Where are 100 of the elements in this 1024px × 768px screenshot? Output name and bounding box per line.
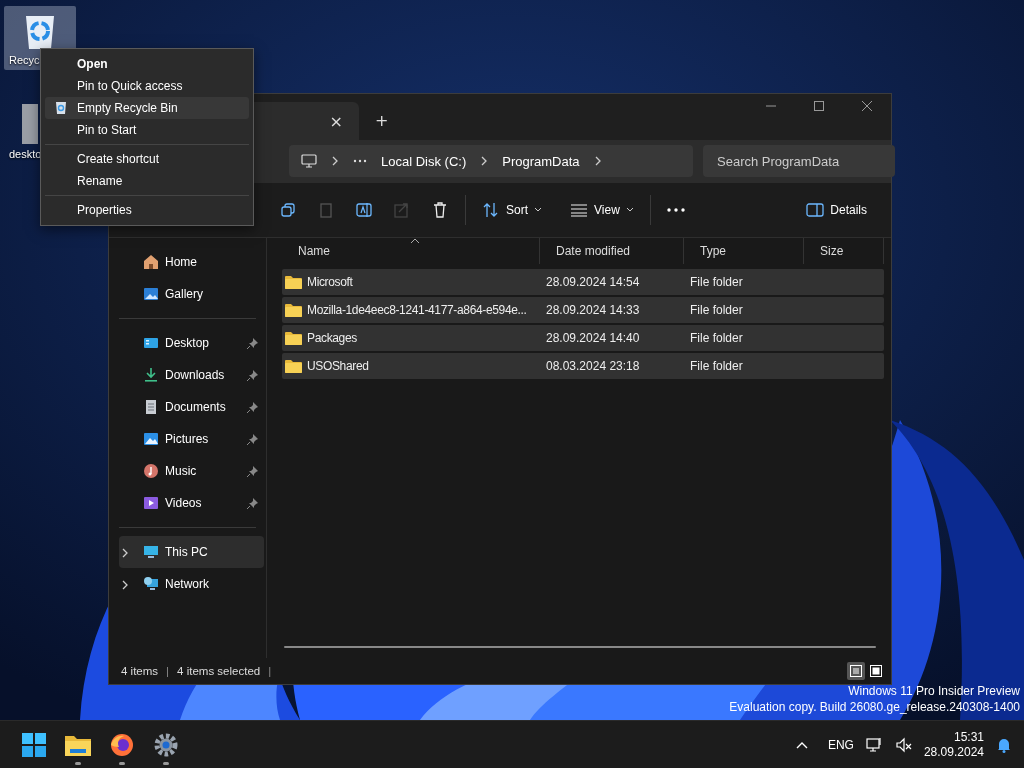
share-icon (393, 201, 411, 219)
sidebar-item[interactable]: Network (119, 568, 264, 600)
type-cell-text: File folder (689, 303, 744, 317)
maximize-icon[interactable] (813, 100, 825, 112)
column-header[interactable]: Date modified (540, 238, 684, 264)
folder-icon (285, 303, 302, 317)
item-count: 4 items (121, 665, 159, 677)
sidebar-item[interactable]: This PC (119, 536, 264, 568)
new-tab-button[interactable]: + (369, 109, 395, 132)
picture-icon (143, 286, 159, 302)
music-icon (143, 463, 159, 479)
folder-icon (65, 733, 91, 756)
chevron-up-icon[interactable] (795, 740, 808, 749)
column-header[interactable]: Size (804, 238, 884, 264)
folder-icon (285, 359, 302, 373)
status-divider: | (166, 665, 170, 677)
menu-item[interactable]: Create shortcut (45, 148, 249, 170)
settings-icon (154, 732, 178, 757)
shortcut-label: Recyc (8, 54, 40, 66)
file-name: Mozilla-1de4eec8-1241-4177-a864-e594e... (307, 303, 527, 317)
breadcrumb[interactable]: Local Disk (C:) (381, 153, 467, 169)
type-cell-text: File folder (689, 331, 744, 345)
date-cell-text: 28.09.2024 14:40 (545, 331, 641, 345)
chevron-icon (331, 156, 339, 166)
menu-item[interactable]: Empty Recycle Bin (45, 97, 249, 119)
expand-chevron-icon (121, 548, 129, 558)
monitor-icon (143, 544, 159, 560)
column-header[interactable]: Type (684, 238, 804, 264)
network-status-icon[interactable] (865, 736, 884, 753)
tiles-view-button[interactable] (867, 662, 885, 680)
view-button[interactable]: View (560, 197, 644, 223)
monitor-icon (301, 154, 317, 168)
tile-view-icon (870, 665, 882, 677)
network-icon (143, 576, 159, 592)
list-view-icon (850, 665, 862, 677)
folder-icon (285, 275, 302, 289)
panel-icon (806, 203, 825, 217)
paste-icon (317, 201, 335, 219)
sort-arrows-icon (482, 202, 500, 218)
menu-item[interactable]: Rename (45, 170, 249, 192)
sidebar-item[interactable]: Home (119, 246, 264, 278)
scrollbar[interactable] (284, 646, 876, 648)
sidebar-item[interactable]: Videos (119, 487, 264, 519)
sidebar-item[interactable]: Downloads (119, 359, 264, 391)
date-cell-text: 08.03.2024 23:18 (545, 359, 641, 373)
details-view-button[interactable] (847, 662, 865, 680)
file-row[interactable]: Microsoft 28.09.2024 14:54 File folder (282, 269, 884, 295)
sidebar-item[interactable]: Pictures (119, 423, 264, 455)
lines-icon (570, 203, 588, 217)
sidebar-item[interactable]: Music (119, 455, 264, 487)
status-divider: | (268, 665, 272, 677)
clock[interactable]: 15:31 28.09.2024 (923, 729, 984, 760)
close-tab-button[interactable]: × (323, 109, 349, 133)
file-row[interactable]: Packages 28.09.2024 14:40 File folder (282, 325, 884, 351)
file-icon (22, 104, 38, 144)
bell-icon[interactable] (996, 736, 1012, 753)
file-row[interactable]: USOShared 08.03.2024 23:18 File folder (282, 353, 884, 379)
details-pane-button[interactable]: Details (796, 197, 877, 223)
address-bar[interactable]: Local Disk (C:) ProgramData (289, 145, 693, 177)
folder-icon (285, 331, 302, 345)
language-indicator[interactable]: ENG (827, 737, 854, 752)
rename-icon (355, 201, 373, 219)
sidebar-item[interactable]: Gallery (119, 278, 264, 310)
document-icon (143, 399, 159, 415)
file-name: Packages (307, 331, 357, 345)
sidebar-item[interactable]: Desktop (119, 327, 264, 359)
file-row[interactable]: Mozilla-1de4eec8-1241-4177-a864-e594e... 28.09.2024 14:33 File folder (282, 297, 884, 323)
menu-item[interactable]: Properties (45, 199, 249, 221)
sidebar-item[interactable]: Documents (119, 391, 264, 423)
expand-chevron-icon (121, 580, 129, 590)
more-icon[interactable] (353, 159, 367, 163)
caret-icon (625, 207, 634, 213)
file-name: USOShared (307, 359, 369, 373)
sort-caret-icon (410, 238, 420, 244)
shortcut-label: deskto (8, 148, 42, 160)
close-icon[interactable] (861, 100, 873, 112)
trash-icon (431, 201, 449, 219)
type-cell-text: File folder (689, 359, 744, 373)
download-icon (143, 367, 159, 383)
chevron-icon (593, 156, 602, 166)
desktop-icon (143, 335, 159, 351)
recycle-bin-icon (55, 101, 67, 115)
sort-button[interactable]: Sort (472, 196, 552, 224)
selection-count: 4 items selected (177, 665, 261, 677)
evaluation-notice: Evaluation copy. Build 26080.ge_release.240308-1400 (729, 699, 1020, 715)
menu-item[interactable]: Pin to Start (45, 119, 249, 141)
copy-icon (279, 201, 297, 219)
chevron-icon (480, 156, 489, 166)
video-icon (143, 495, 159, 511)
date-cell-text: 28.09.2024 14:33 (545, 303, 641, 317)
menu-item[interactable]: Pin to Quick access (45, 75, 249, 97)
column-header[interactable]: Name (282, 238, 540, 264)
muted-speaker-icon[interactable] (895, 736, 912, 753)
file-name: Microsoft (307, 275, 353, 289)
caret-icon (534, 207, 542, 213)
breadcrumb[interactable]: ProgramData (502, 153, 580, 169)
windows-logo-icon (22, 732, 46, 757)
picture-icon (143, 431, 159, 447)
search-field[interactable]: Search ProgramData (703, 145, 895, 177)
home-icon (143, 254, 159, 270)
